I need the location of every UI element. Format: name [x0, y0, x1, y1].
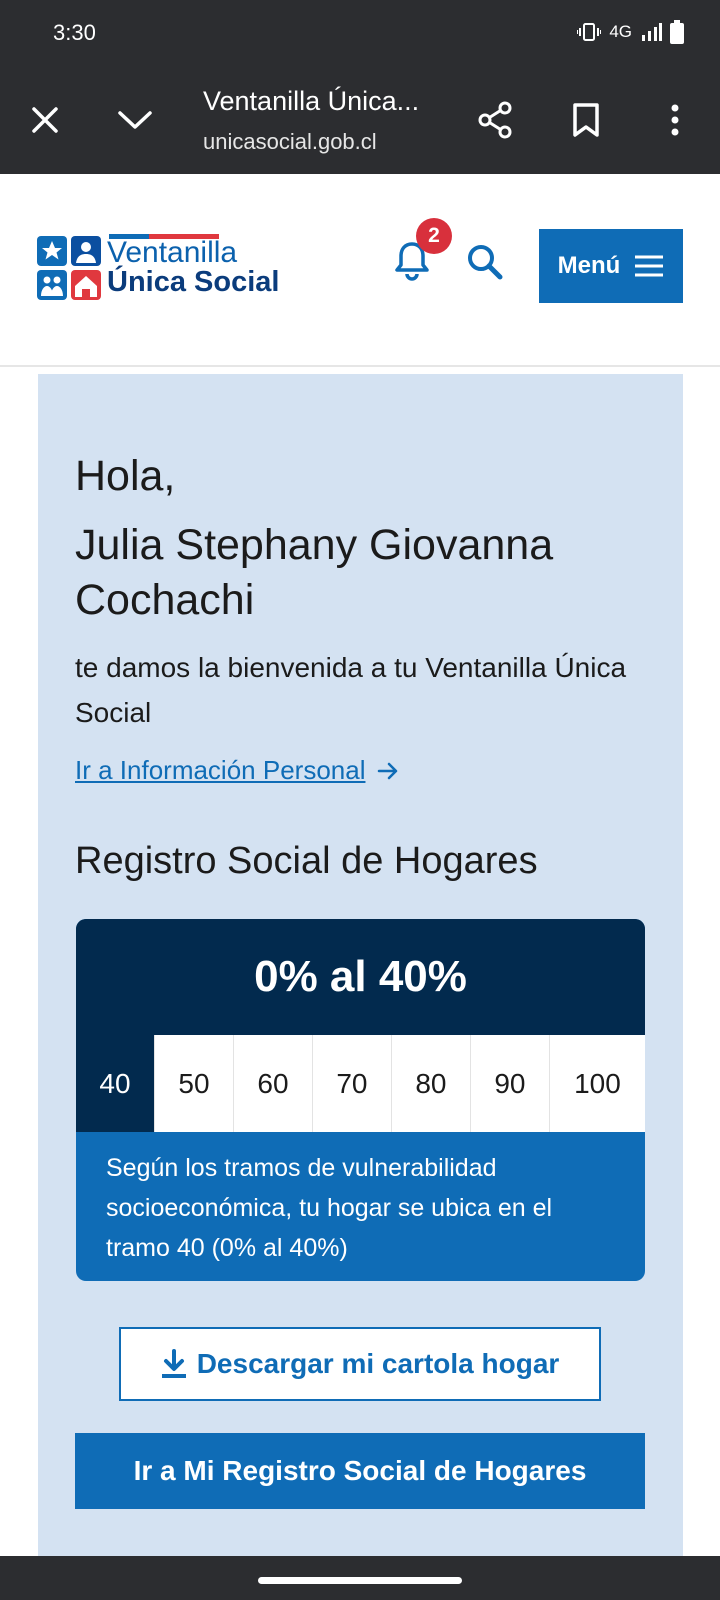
go-to-rsh-button[interactable]: Ir a Mi Registro Social de Hogares	[75, 1433, 645, 1509]
battery-icon	[670, 20, 684, 44]
bookmark-icon[interactable]	[562, 96, 610, 144]
scale-item: 60	[232, 1035, 312, 1132]
download-cartola-button[interactable]: Descargar mi cartola hogar	[119, 1327, 601, 1401]
notification-badge: 2	[416, 218, 452, 254]
menu-button[interactable]: Menú	[539, 229, 683, 303]
more-vert-icon[interactable]	[651, 96, 699, 144]
rsh-scale: 40 50 60 70 80 90 100	[76, 1035, 645, 1132]
download-cartola-label: Descargar mi cartola hogar	[196, 1348, 560, 1379]
personal-info-link-label: Ir a Información Personal	[75, 755, 366, 785]
scale-item: 80	[390, 1035, 470, 1132]
rsh-range-label: 0% al 40%	[76, 919, 645, 1035]
site-header: Ventanilla Única Social 2 Menú	[0, 174, 720, 367]
rsh-description: Según los tramos de vulnerabilidad socio…	[106, 1154, 553, 1262]
logo-mark-icon	[37, 236, 101, 300]
scale-item: 50	[153, 1035, 233, 1132]
signal-icon	[642, 23, 662, 41]
home-gesture-handle[interactable]	[258, 1577, 462, 1584]
rsh-card: 0% al 40% 40 50 60 70 80 90 100 Según lo…	[76, 919, 645, 1281]
scale-item: 90	[469, 1035, 549, 1132]
rsh-title: Registro Social de Hogares	[75, 840, 538, 882]
search-icon[interactable]	[465, 242, 505, 282]
status-icons: 4G	[577, 20, 684, 44]
scale-item: 40	[76, 1035, 154, 1132]
scale-item: 100	[548, 1035, 645, 1132]
logo-text-line2: Única Social	[107, 266, 280, 298]
status-time: 3:30	[53, 20, 96, 45]
scale-item: 70	[311, 1035, 391, 1132]
welcome-text: te damos la bienvenida a tu Ventanilla Ú…	[75, 652, 627, 728]
share-icon[interactable]	[471, 96, 519, 144]
go-to-rsh-label: Ir a Mi Registro Social de Hogares	[133, 1455, 587, 1486]
close-icon[interactable]	[21, 96, 69, 144]
logo-text-line1: Ventanilla	[107, 236, 238, 269]
status-bar: 3:30 4G	[0, 0, 720, 66]
site-logo[interactable]: Ventanilla Única Social	[37, 234, 282, 306]
menu-label: Menú	[557, 252, 621, 279]
browser-toolbar: Ventanilla Única... unicasocial.gob.cl	[0, 66, 720, 174]
arrow-right-icon	[378, 762, 398, 779]
greeting-hello: Hola,	[75, 452, 176, 500]
personal-info-link[interactable]: Ir a Información Personal	[75, 755, 399, 786]
page-url[interactable]: unicasocial.gob.cl	[203, 129, 377, 155]
vibrate-icon	[577, 23, 602, 41]
chevron-down-icon[interactable]	[111, 96, 159, 144]
user-name: Julia Stephany Giovanna Cochachi	[75, 521, 554, 624]
page-title: Ventanilla Única...	[203, 86, 420, 116]
hamburger-icon	[635, 255, 664, 277]
download-icon	[161, 1349, 186, 1378]
network-type: 4G	[609, 22, 632, 41]
